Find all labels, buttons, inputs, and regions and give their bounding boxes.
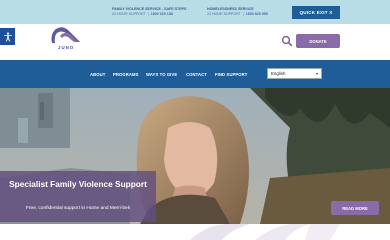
quick-exit-button[interactable]: QUICK EXIT X xyxy=(292,6,340,19)
nav-item-about[interactable]: ABOUT xyxy=(90,72,105,77)
language-selected-value: English xyxy=(271,71,286,76)
accessibility-icon xyxy=(3,32,12,41)
family-violence-service-info: FAMILY VIOLENCE SERVICE - SAFE STEPS 24 … xyxy=(112,7,186,17)
search-icon[interactable] xyxy=(281,35,293,47)
service-phone-link[interactable]: 1800 825 955 xyxy=(246,12,268,16)
nav-item-ways-to-give[interactable]: WAYS TO GIVE xyxy=(146,72,177,77)
nav-item-find-support[interactable]: FIND SUPPORT xyxy=(215,72,247,77)
decorative-pattern xyxy=(0,224,390,240)
top-info-bar: FAMILY VIOLENCE SERVICE - SAFE STEPS 24 … xyxy=(0,0,390,24)
homelessness-service-info: HOMELESSNESS SERVICE 24 HOUR SUPPORT | 1… xyxy=(207,7,268,17)
decorative-shape xyxy=(190,224,340,240)
hero-title: Specialist Family Violence Support xyxy=(9,179,147,189)
service-hours: 24 HOUR SUPPORT | 1800 825 955 xyxy=(207,12,268,16)
nav-item-programs[interactable]: PROGRAMS xyxy=(113,72,138,77)
chevron-down-icon: ▾ xyxy=(315,71,318,76)
donate-button[interactable]: DONATE xyxy=(296,34,340,48)
logo-text: JUNO xyxy=(58,45,75,50)
accessibility-toggle-button[interactable] xyxy=(0,28,15,45)
service-hours: 24 HOUR SUPPORT | 1800 015 188 xyxy=(112,12,173,16)
read-more-button[interactable]: READ MORE xyxy=(331,201,379,215)
language-select[interactable]: English ▾ xyxy=(267,68,322,79)
main-nav: ABOUT PROGRAMS WAYS TO GIVE CONTACT FIND… xyxy=(0,60,390,88)
nav-item-contact[interactable]: CONTACT xyxy=(186,72,207,77)
service-hours-label: 24 HOUR SUPPORT xyxy=(207,12,241,16)
hero-caption: Specialist Family Violence Support Free,… xyxy=(0,171,156,222)
service-phone-link[interactable]: 1800 015 188 xyxy=(151,12,173,16)
juno-logo-mark xyxy=(51,27,80,43)
hero-subtitle: Free, confidential support in Hume and M… xyxy=(25,206,131,211)
service-hours-label: 24 HOUR SUPPORT xyxy=(112,12,146,16)
